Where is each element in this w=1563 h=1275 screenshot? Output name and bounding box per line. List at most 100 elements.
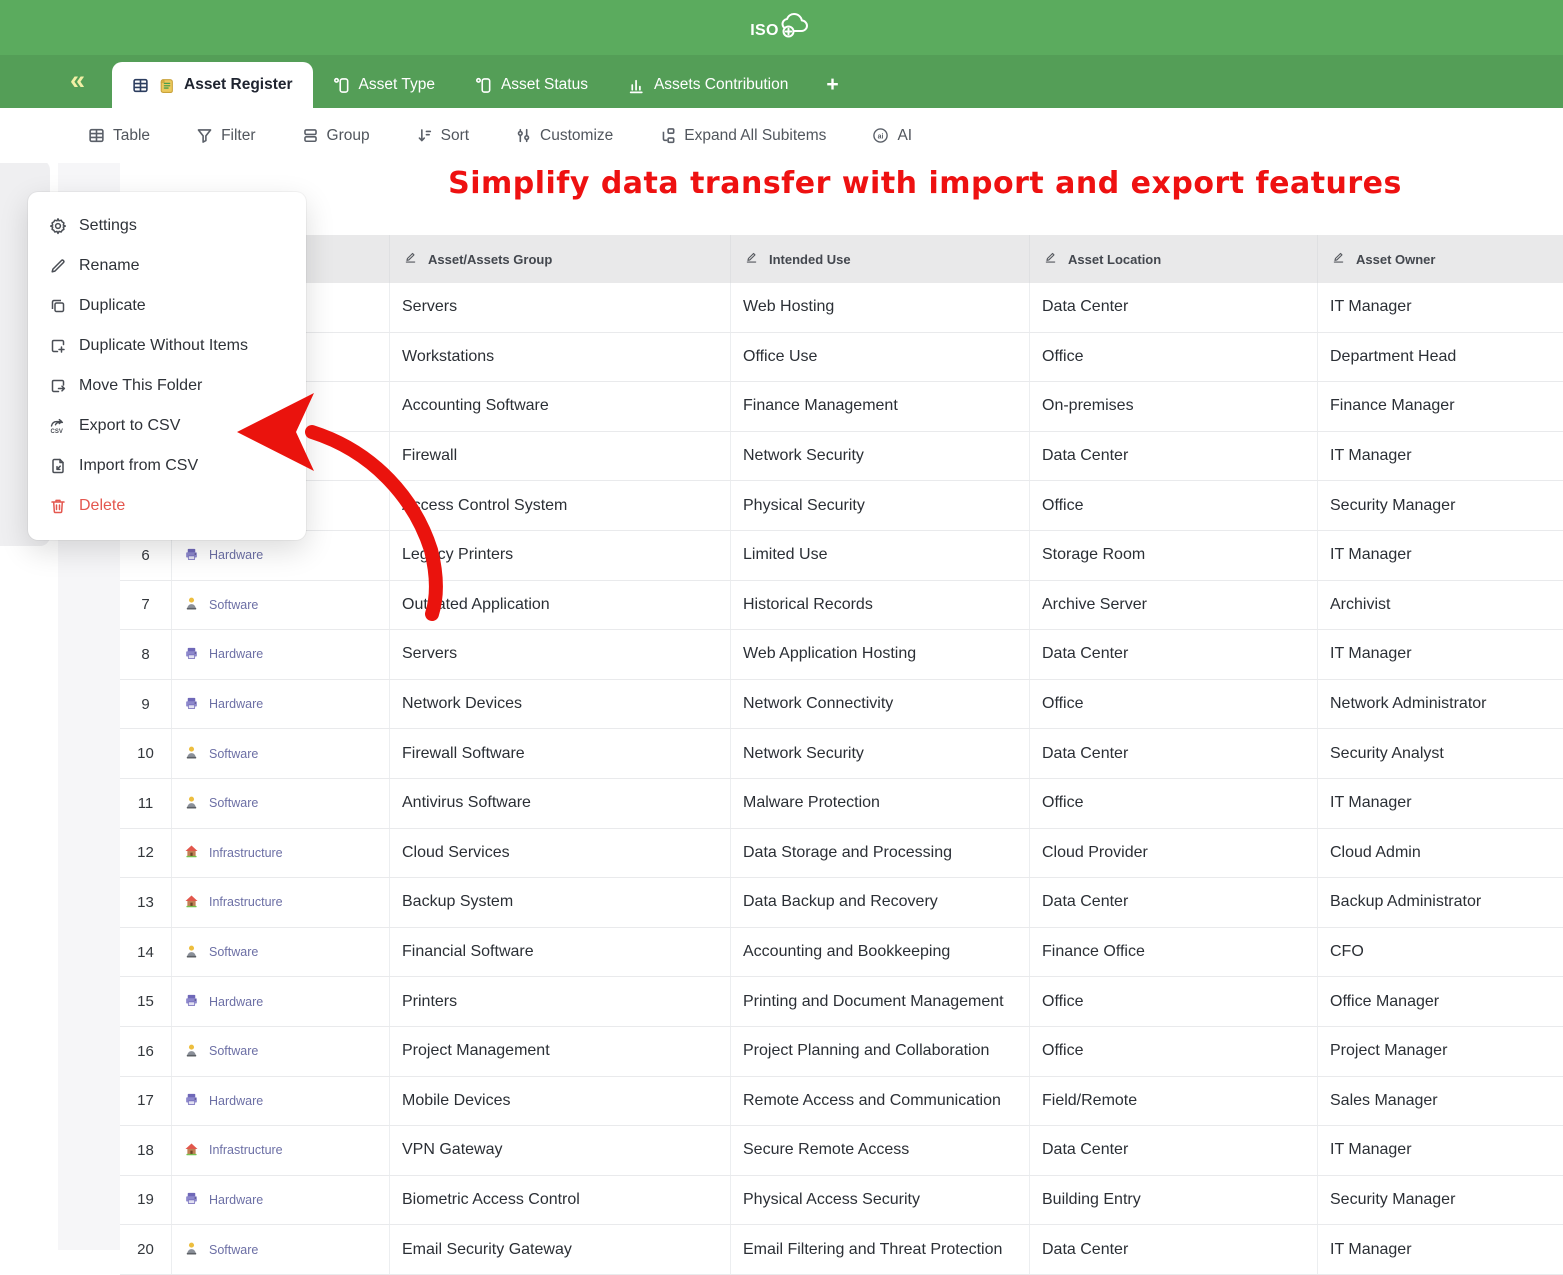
menu-item-delete[interactable]: Delete bbox=[28, 486, 306, 526]
row-number-cell[interactable]: 18 bbox=[120, 1126, 172, 1175]
asset-owner-cell[interactable]: CFO bbox=[1318, 928, 1563, 977]
intended-use-cell[interactable]: Finance Management bbox=[731, 382, 1030, 431]
asset-group-cell[interactable]: Servers bbox=[390, 283, 731, 332]
asset-location-cell[interactable]: Storage Room bbox=[1030, 531, 1318, 580]
asset-location-cell[interactable]: Office bbox=[1030, 977, 1318, 1026]
asset-location-cell[interactable]: On-premises bbox=[1030, 382, 1318, 431]
asset-group-cell[interactable]: Outdated Application bbox=[390, 581, 731, 630]
chevrons-left-icon[interactable]: « bbox=[70, 62, 85, 100]
asset-owner-cell[interactable]: Office Manager bbox=[1318, 977, 1563, 1026]
asset-location-cell[interactable]: Office bbox=[1030, 1027, 1318, 1076]
column-header-asset-assets-group[interactable]: Asset/Assets Group bbox=[390, 235, 731, 283]
asset-owner-cell[interactable]: IT Manager bbox=[1318, 630, 1563, 679]
menu-item-move-this-folder[interactable]: Move This Folder bbox=[28, 366, 306, 406]
row-number-cell[interactable]: 13 bbox=[120, 878, 172, 927]
asset-location-cell[interactable]: Office bbox=[1030, 481, 1318, 530]
intended-use-cell[interactable]: Network Connectivity bbox=[731, 680, 1030, 729]
column-header-asset-owner[interactable]: Asset Owner bbox=[1318, 235, 1563, 283]
intended-use-cell[interactable]: Physical Access Security bbox=[731, 1176, 1030, 1225]
intended-use-cell[interactable]: Limited Use bbox=[731, 531, 1030, 580]
asset-owner-cell[interactable]: Cloud Admin bbox=[1318, 829, 1563, 878]
menu-item-rename[interactable]: Rename bbox=[28, 246, 306, 286]
intended-use-cell[interactable]: Accounting and Bookkeeping bbox=[731, 928, 1030, 977]
asset-group-cell[interactable]: Printers bbox=[390, 977, 731, 1026]
row-number-cell[interactable]: 17 bbox=[120, 1077, 172, 1126]
row-number-cell[interactable]: 10 bbox=[120, 729, 172, 778]
row-number-cell[interactable]: 12 bbox=[120, 829, 172, 878]
asset-owner-cell[interactable]: Archivist bbox=[1318, 581, 1563, 630]
asset-location-cell[interactable]: Finance Office bbox=[1030, 928, 1318, 977]
asset-owner-cell[interactable]: IT Manager bbox=[1318, 779, 1563, 828]
asset-location-cell[interactable]: Office bbox=[1030, 779, 1318, 828]
asset-group-cell[interactable]: VPN Gateway bbox=[390, 1126, 731, 1175]
asset-owner-cell[interactable]: Sales Manager bbox=[1318, 1077, 1563, 1126]
column-header-intended-use[interactable]: Intended Use bbox=[731, 235, 1030, 283]
asset-group-cell[interactable]: Biometric Access Control bbox=[390, 1176, 731, 1225]
asset-group-cell[interactable]: Financial Software bbox=[390, 928, 731, 977]
toolbar-item-filter[interactable]: Filter bbox=[196, 127, 255, 145]
asset-group-cell[interactable]: Network Devices bbox=[390, 680, 731, 729]
asset-category-cell[interactable]: Hardware bbox=[172, 977, 390, 1026]
asset-category-cell[interactable]: Software bbox=[172, 729, 390, 778]
asset-location-cell[interactable]: Data Center bbox=[1030, 432, 1318, 481]
asset-owner-cell[interactable]: Backup Administrator bbox=[1318, 878, 1563, 927]
row-number-cell[interactable]: 19 bbox=[120, 1176, 172, 1225]
asset-location-cell[interactable]: Field/Remote bbox=[1030, 1077, 1318, 1126]
asset-owner-cell[interactable]: Network Administrator bbox=[1318, 680, 1563, 729]
asset-group-cell[interactable]: Servers bbox=[390, 630, 731, 679]
asset-group-cell[interactable]: Access Control System bbox=[390, 481, 731, 530]
toolbar-item-sort[interactable]: Sort bbox=[416, 127, 469, 145]
intended-use-cell[interactable]: Physical Security bbox=[731, 481, 1030, 530]
intended-use-cell[interactable]: Network Security bbox=[731, 432, 1030, 481]
asset-category-cell[interactable]: Hardware bbox=[172, 1176, 390, 1225]
intended-use-cell[interactable]: Project Planning and Collaboration bbox=[731, 1027, 1030, 1076]
asset-group-cell[interactable]: Legacy Printers bbox=[390, 531, 731, 580]
asset-location-cell[interactable]: Building Entry bbox=[1030, 1176, 1318, 1225]
asset-location-cell[interactable]: Data Center bbox=[1030, 1126, 1318, 1175]
intended-use-cell[interactable]: Printing and Document Management bbox=[731, 977, 1030, 1026]
asset-owner-cell[interactable]: IT Manager bbox=[1318, 432, 1563, 481]
tab-assets-contribution[interactable]: Assets Contribution bbox=[608, 62, 808, 108]
asset-group-cell[interactable]: Mobile Devices bbox=[390, 1077, 731, 1126]
menu-item-import-from-csv[interactable]: Import from CSV bbox=[28, 446, 306, 486]
asset-category-cell[interactable]: Software bbox=[172, 581, 390, 630]
asset-location-cell[interactable]: Cloud Provider bbox=[1030, 829, 1318, 878]
row-number-cell[interactable]: 9 bbox=[120, 680, 172, 729]
asset-category-cell[interactable]: Hardware bbox=[172, 680, 390, 729]
toolbar-item-group[interactable]: Group bbox=[302, 127, 370, 145]
asset-owner-cell[interactable]: Department Head bbox=[1318, 333, 1563, 382]
asset-location-cell[interactable]: Data Center bbox=[1030, 729, 1318, 778]
asset-location-cell[interactable]: Data Center bbox=[1030, 878, 1318, 927]
asset-group-cell[interactable]: Backup System bbox=[390, 878, 731, 927]
asset-owner-cell[interactable]: Security Manager bbox=[1318, 481, 1563, 530]
row-number-cell[interactable]: 16 bbox=[120, 1027, 172, 1076]
asset-group-cell[interactable]: Antivirus Software bbox=[390, 779, 731, 828]
row-number-cell[interactable]: 11 bbox=[120, 779, 172, 828]
asset-category-cell[interactable]: Software bbox=[172, 779, 390, 828]
intended-use-cell[interactable]: Malware Protection bbox=[731, 779, 1030, 828]
asset-category-cell[interactable]: Infrastructure bbox=[172, 1126, 390, 1175]
menu-item-export-to-csv[interactable]: CSVExport to CSV bbox=[28, 406, 306, 446]
row-number-cell[interactable]: 15 bbox=[120, 977, 172, 1026]
asset-owner-cell[interactable]: Project Manager bbox=[1318, 1027, 1563, 1076]
asset-group-cell[interactable]: Cloud Services bbox=[390, 829, 731, 878]
tab-asset-register[interactable]: Asset Register bbox=[112, 62, 313, 108]
asset-location-cell[interactable]: Office bbox=[1030, 680, 1318, 729]
intended-use-cell[interactable]: Data Storage and Processing bbox=[731, 829, 1030, 878]
asset-location-cell[interactable]: Data Center bbox=[1030, 283, 1318, 332]
asset-group-cell[interactable]: Project Management bbox=[390, 1027, 731, 1076]
asset-group-cell[interactable]: Workstations bbox=[390, 333, 731, 382]
add-tab-button[interactable]: + bbox=[808, 73, 852, 108]
asset-owner-cell[interactable]: IT Manager bbox=[1318, 1126, 1563, 1175]
intended-use-cell[interactable]: Network Security bbox=[731, 729, 1030, 778]
menu-item-duplicate-without-items[interactable]: Duplicate Without Items bbox=[28, 326, 306, 366]
asset-location-cell[interactable]: Office bbox=[1030, 333, 1318, 382]
asset-owner-cell[interactable]: Security Manager bbox=[1318, 1176, 1563, 1225]
intended-use-cell[interactable]: Historical Records bbox=[731, 581, 1030, 630]
asset-category-cell[interactable]: Hardware bbox=[172, 1077, 390, 1126]
asset-owner-cell[interactable]: IT Manager bbox=[1318, 283, 1563, 332]
intended-use-cell[interactable]: Data Backup and Recovery bbox=[731, 878, 1030, 927]
menu-item-duplicate[interactable]: Duplicate bbox=[28, 286, 306, 326]
asset-category-cell[interactable]: Hardware bbox=[172, 630, 390, 679]
asset-owner-cell[interactable]: Finance Manager bbox=[1318, 382, 1563, 431]
